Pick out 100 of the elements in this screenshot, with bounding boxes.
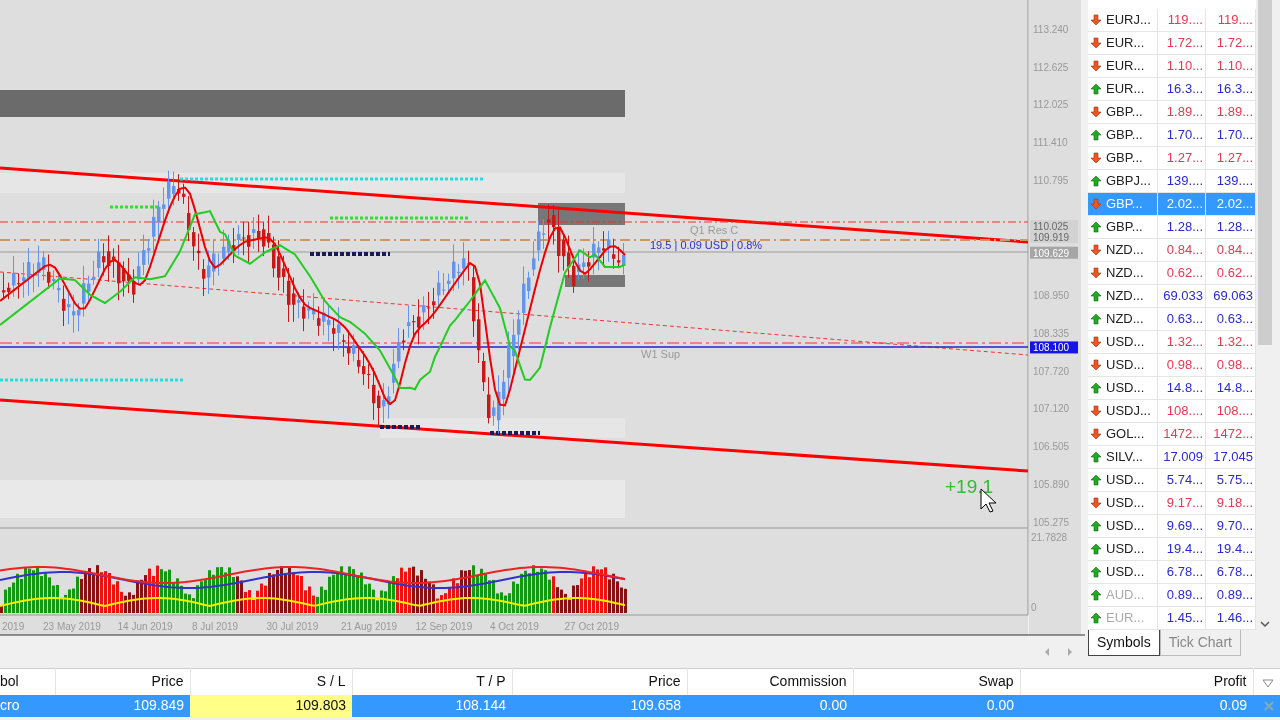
sort-icon[interactable] [1261, 677, 1274, 688]
scroll-right-icon[interactable] [1068, 648, 1072, 656]
symbol-name: EUR... [1106, 609, 1145, 627]
symbol-row[interactable]: EUR... 1.10... 1.10... [1088, 55, 1256, 78]
symbol-row[interactable]: USD... 9.17... 9.18... [1088, 492, 1256, 515]
symbol-row[interactable]: NZD... 0.84... 0.84... [1088, 239, 1256, 262]
symbol-row[interactable]: GBP... 1.28... 1.28... [1088, 216, 1256, 239]
bid-price: 139.... [1158, 170, 1206, 192]
symbol-name: USD... [1106, 517, 1145, 535]
close-icon[interactable] [1264, 701, 1274, 712]
axis-label: 112.625 [1033, 62, 1069, 74]
scrollbar[interactable] [1256, 0, 1274, 630]
symbol-name: GBPJ... [1106, 172, 1151, 190]
bid-price: 1.32... [1158, 331, 1206, 353]
symbol-name: USDJ... [1106, 402, 1151, 420]
symbol-name: GBP... [1106, 103, 1143, 121]
symbol-name: USD... [1106, 356, 1145, 374]
symbol-row[interactable]: GBP... 1.27... 1.27... [1088, 147, 1256, 170]
symbol-row[interactable]: USD... 5.74... 5.75... [1088, 469, 1256, 492]
symbol-row[interactable]: NZD... 69.033 69.063 [1088, 285, 1256, 308]
bid-price: 0.89... [1158, 584, 1206, 606]
axis-label: 108.950 [1033, 289, 1070, 301]
trade-label: 19.5 | 0.09 USD | 0.8% [650, 239, 763, 251]
symbol-row[interactable]: USD... 14.8... 14.8... [1088, 377, 1256, 400]
axis-label: 0 [1031, 602, 1037, 613]
axis-label: 107.720 [1033, 365, 1070, 377]
column-header[interactable]: bol [0, 668, 55, 695]
table-cell: 108.144 [352, 694, 512, 717]
symbol-name: USD... [1106, 563, 1145, 581]
column-header[interactable]: Price [55, 668, 190, 695]
symbol-name: EURJ... [1106, 11, 1151, 29]
symbol-name: USD... [1106, 379, 1145, 397]
symbol-row[interactable]: GBP... 1.70... 1.70... [1088, 124, 1256, 147]
bid-price: 0.84... [1158, 239, 1206, 261]
column-header[interactable]: Swap [853, 668, 1020, 695]
dotted-level [110, 205, 160, 209]
bid-price: 2.02... [1158, 193, 1206, 215]
symbol-row[interactable]: AUD... 0.89... 0.89... [1088, 584, 1256, 607]
bid-price: 9.17... [1158, 492, 1206, 514]
scroll-left-icon[interactable] [1045, 648, 1049, 656]
bid-price: 17.009 [1158, 446, 1206, 468]
symbol-name: USD... [1106, 333, 1145, 351]
symbol-name: GBP... [1106, 218, 1143, 236]
axis-label: 21.7828 [1031, 532, 1068, 543]
date-label: 27 Oct 2019 [564, 621, 619, 632]
symbol-name: GBP... [1106, 126, 1143, 144]
symbol-name: USD... [1106, 494, 1145, 512]
symbol-row[interactable]: EUR... 16.3... 16.3... [1088, 78, 1256, 101]
bid-price: 1.89... [1158, 101, 1206, 123]
symbol-name: EUR... [1106, 57, 1145, 75]
symbol-row[interactable]: EURJ... 119.... 119.... [1088, 9, 1256, 32]
symbol-row[interactable]: GOL... 1472... 1472... [1088, 423, 1256, 446]
axis-label: 105.890 [1033, 479, 1070, 491]
table-cell: 0.00 [687, 694, 853, 717]
axis-label: 112.025 [1033, 99, 1069, 111]
symbol-row[interactable]: NZD... 0.62... 0.62... [1088, 262, 1256, 285]
symbol-row[interactable]: USD... 19.4... 19.4... [1088, 538, 1256, 561]
symbol-name: SILV... [1106, 448, 1143, 466]
symbol-row[interactable]: NZD... 0.63... 0.63... [1088, 308, 1256, 331]
bid-price: 1.28... [1158, 216, 1206, 238]
bid-price: 119.... [1158, 9, 1206, 31]
column-header[interactable]: S / L [190, 668, 352, 695]
column-header[interactable]: Price [512, 668, 687, 695]
bid-price: 1.27... [1158, 147, 1206, 169]
symbol-row[interactable]: USD... 0.98... 0.98... [1088, 354, 1256, 377]
zone-band [565, 275, 625, 287]
dotted-level [490, 431, 540, 435]
bid-price: 0.63... [1158, 308, 1206, 330]
bid-price: 19.4... [1158, 538, 1206, 560]
date-label: 30 Jul 2019 [266, 621, 319, 632]
symbol-name: NZD... [1106, 287, 1144, 305]
symbol-row[interactable]: USD... 9.69... 9.70... [1088, 515, 1256, 538]
symbol-name: USD... [1106, 471, 1145, 489]
symbol-row[interactable]: USD... 1.32... 1.32... [1088, 331, 1256, 354]
axis-label: 108.335 [1033, 327, 1070, 339]
axis-label: 106.505 [1033, 441, 1070, 453]
column-header[interactable]: Commission [687, 668, 853, 695]
profit-label: +19.1 [945, 476, 994, 497]
symbol-name: NZD... [1106, 241, 1144, 259]
scrollbar-thumb[interactable] [1258, 0, 1272, 345]
bid-price: 1.70... [1158, 124, 1206, 146]
axis-label: 105.275 [1033, 517, 1070, 529]
symbol-row[interactable]: SILV... 17.009 17.045 [1088, 446, 1256, 469]
column-header[interactable]: T / P [352, 668, 512, 695]
bid-price: 1.45... [1158, 607, 1206, 629]
date-label: 21 Aug 2019 [341, 621, 398, 632]
column-header[interactable]: Profit [1020, 668, 1253, 695]
bid-price: 0.98... [1158, 354, 1206, 376]
symbol-row[interactable]: GBP... 1.89... 1.89... [1088, 101, 1256, 124]
bid-price: 5.74... [1158, 469, 1206, 491]
symbol-row[interactable]: USD... 6.78... 6.78... [1088, 561, 1256, 584]
date-label: 14 Jun 2019 [117, 621, 173, 632]
tab[interactable]: Symbols [1088, 630, 1160, 656]
symbol-name: AUD... [1106, 586, 1145, 604]
symbol-name: GBP... [1106, 149, 1143, 167]
bid-price: 9.69... [1158, 515, 1206, 537]
symbol-row[interactable]: USDJ... 108.... 108.... [1088, 400, 1256, 423]
date-label: 8 Jul 2019 [192, 621, 239, 632]
bid-price: 1.10... [1158, 55, 1206, 77]
symbol-row[interactable]: EUR... 1.72... 1.72... [1088, 32, 1256, 55]
